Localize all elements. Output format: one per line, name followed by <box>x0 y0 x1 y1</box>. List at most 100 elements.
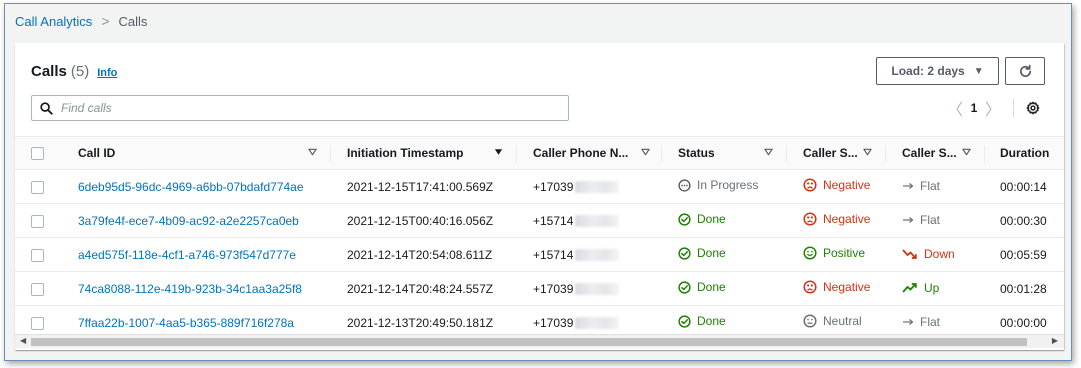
sort-filter-icon <box>962 148 971 156</box>
calls-panel: Calls (5) Info Load: 2 days ▼ 〈 <box>15 43 1064 350</box>
column-label: Caller S... <box>803 146 858 160</box>
status-cell: In Progress <box>662 170 787 204</box>
success-check-icon <box>678 281 691 294</box>
redacted-phone <box>575 214 620 227</box>
column-label: Initiation Timestamp <box>347 146 464 160</box>
load-range-button[interactable]: Load: 2 days ▼ <box>876 57 999 85</box>
gear-icon <box>1026 101 1040 115</box>
duration-cell: 00:05:59 <box>1000 247 1047 262</box>
sentiment-value: Positive <box>803 246 865 260</box>
column-header-duration[interactable]: Duration <box>985 136 1064 170</box>
sentiment-label: Negative <box>823 212 871 226</box>
status-label: Done <box>697 246 726 261</box>
sentiment-label: Negative <box>823 178 871 192</box>
preferences-button[interactable] <box>1026 101 1040 115</box>
call-id-cell: 74ca8088-112e-419b-923b-34c1aa3a25f8 <box>62 272 331 306</box>
table-row[interactable]: 74ca8088-112e-419b-923b-34c1aa3a25f8 202… <box>15 272 1064 306</box>
row-checkbox[interactable] <box>31 282 44 296</box>
call-id-link[interactable]: 6deb95d5-96dc-4969-a6bb-07bdafd774ae <box>78 180 304 194</box>
sentiment-label: Neutral <box>823 314 862 328</box>
phone-cell: +15714 <box>517 238 662 272</box>
refresh-button[interactable] <box>1005 57 1045 85</box>
breadcrumb-call-analytics[interactable]: Call Analytics <box>15 14 92 29</box>
trend-label: Flat <box>920 315 941 329</box>
call-id-cell: a4ed575f-118e-4cf1-a746-973f547d777e <box>62 238 331 272</box>
horizontal-scrollbar[interactable]: ◀ ▶ <box>15 334 1064 348</box>
sorted-descending-icon <box>494 148 503 156</box>
scroll-right-icon[interactable]: ▶ <box>1052 336 1058 345</box>
column-label: Caller S... <box>902 146 957 160</box>
refresh-icon <box>1019 64 1031 77</box>
row-checkbox[interactable] <box>31 248 44 262</box>
success-check-icon <box>678 315 691 328</box>
row-select-cell <box>15 170 62 204</box>
app-window: Call Analytics > Calls Calls (5) Info Lo… <box>4 3 1072 361</box>
call-id-cell: 3a79fe4f-ece7-4b09-ac92-a2e2257ca0eb <box>62 204 331 238</box>
calls-count: (5) <box>70 63 90 80</box>
redacted-phone <box>575 180 620 193</box>
scrollbar-thumb[interactable] <box>31 338 1027 346</box>
sentiment-trend-cell: Flat <box>886 204 985 238</box>
redacted-phone <box>575 316 620 329</box>
sentiment-value: Negative <box>803 212 870 226</box>
column-header-caller-sentiment[interactable]: Caller S... <box>787 136 886 170</box>
load-range-label: Load: 2 days <box>891 64 965 78</box>
row-checkbox[interactable] <box>31 316 44 330</box>
search-box[interactable] <box>31 95 569 121</box>
sort-filter-icon <box>641 148 650 156</box>
call-id-link[interactable]: 3a79fe4f-ece7-4b09-ac92-a2e2257ca0eb <box>78 214 299 228</box>
sentiment-value: Negative <box>803 178 870 192</box>
row-checkbox[interactable] <box>31 214 44 228</box>
status-cell: Done <box>662 204 787 238</box>
status-value: In Progress <box>678 178 758 192</box>
call-id-link[interactable]: a4ed575f-118e-4cf1-a746-973f547d777e <box>78 248 296 262</box>
table-row[interactable]: 3a79fe4f-ece7-4b09-ac92-a2e2257ca0eb 202… <box>15 204 1064 238</box>
status-label: Done <box>697 314 726 329</box>
column-header-status[interactable]: Status <box>662 136 787 170</box>
scroll-left-icon[interactable]: ◀ <box>20 336 26 345</box>
pagination: 〈 1 〉 <box>945 96 1040 120</box>
timestamp-cell: 2021-12-15T17:41:00.569Z <box>347 179 494 194</box>
call-id-link[interactable]: 74ca8088-112e-419b-923b-34c1aa3a25f8 <box>78 282 302 296</box>
redacted-phone <box>575 282 620 295</box>
call-id-link[interactable]: 7ffaa22b-1007-4aa5-b365-889f716f278a <box>78 316 294 330</box>
redacted-phone <box>575 248 620 261</box>
frown-face-icon <box>803 280 817 294</box>
in-progress-icon <box>678 179 691 192</box>
table-row[interactable]: 6deb95d5-96dc-4969-a6bb-07bdafd774ae 202… <box>15 170 1064 204</box>
trend-label: Flat <box>920 213 941 227</box>
phone-cell: +15714 <box>517 204 662 238</box>
column-label: Caller Phone N... <box>533 146 629 160</box>
sentiment-label: Negative <box>823 280 871 294</box>
column-header-initiation-timestamp[interactable]: Initiation Timestamp <box>331 136 517 170</box>
select-all-checkbox[interactable] <box>31 147 44 161</box>
table-body: 6deb95d5-96dc-4969-a6bb-07bdafd774ae 202… <box>15 170 1064 340</box>
frown-face-icon <box>803 212 817 226</box>
search-input[interactable] <box>61 101 541 115</box>
page-title: Calls <box>31 63 67 80</box>
call-id-cell: 6deb95d5-96dc-4969-a6bb-07bdafd774ae <box>62 170 331 204</box>
trend-label: Flat <box>920 179 941 193</box>
breadcrumb-current: Calls <box>118 13 148 29</box>
select-all-cell <box>15 136 62 170</box>
info-link[interactable]: Info <box>97 67 117 79</box>
breadcrumb-separator: > <box>101 13 110 29</box>
column-label: Status <box>678 146 715 160</box>
status-cell: Done <box>662 272 787 306</box>
trend-label: Up <box>924 280 940 295</box>
column-header-caller-phone[interactable]: Caller Phone N... <box>517 136 662 170</box>
table-row[interactable]: a4ed575f-118e-4cf1-a746-973f547d777e 202… <box>15 238 1064 272</box>
prev-page-button[interactable]: 〈 <box>945 96 965 120</box>
row-checkbox[interactable] <box>31 180 44 194</box>
column-header-call-id[interactable]: Call ID <box>62 136 331 170</box>
trend-value: Flat <box>902 315 940 329</box>
trend-up-icon <box>902 282 917 293</box>
column-header-caller-sentiment-trend[interactable]: Caller S... <box>886 136 985 170</box>
next-page-button[interactable]: 〉 <box>983 96 1003 120</box>
panel-header: Calls (5) Info <box>31 63 117 80</box>
current-page[interactable]: 1 <box>965 101 983 115</box>
timestamp-cell: 2021-12-14T20:54:08.611Z <box>347 247 493 262</box>
trend-down-icon <box>902 248 917 259</box>
sentiment-cell: Negative <box>787 170 886 204</box>
row-select-cell <box>15 272 62 306</box>
